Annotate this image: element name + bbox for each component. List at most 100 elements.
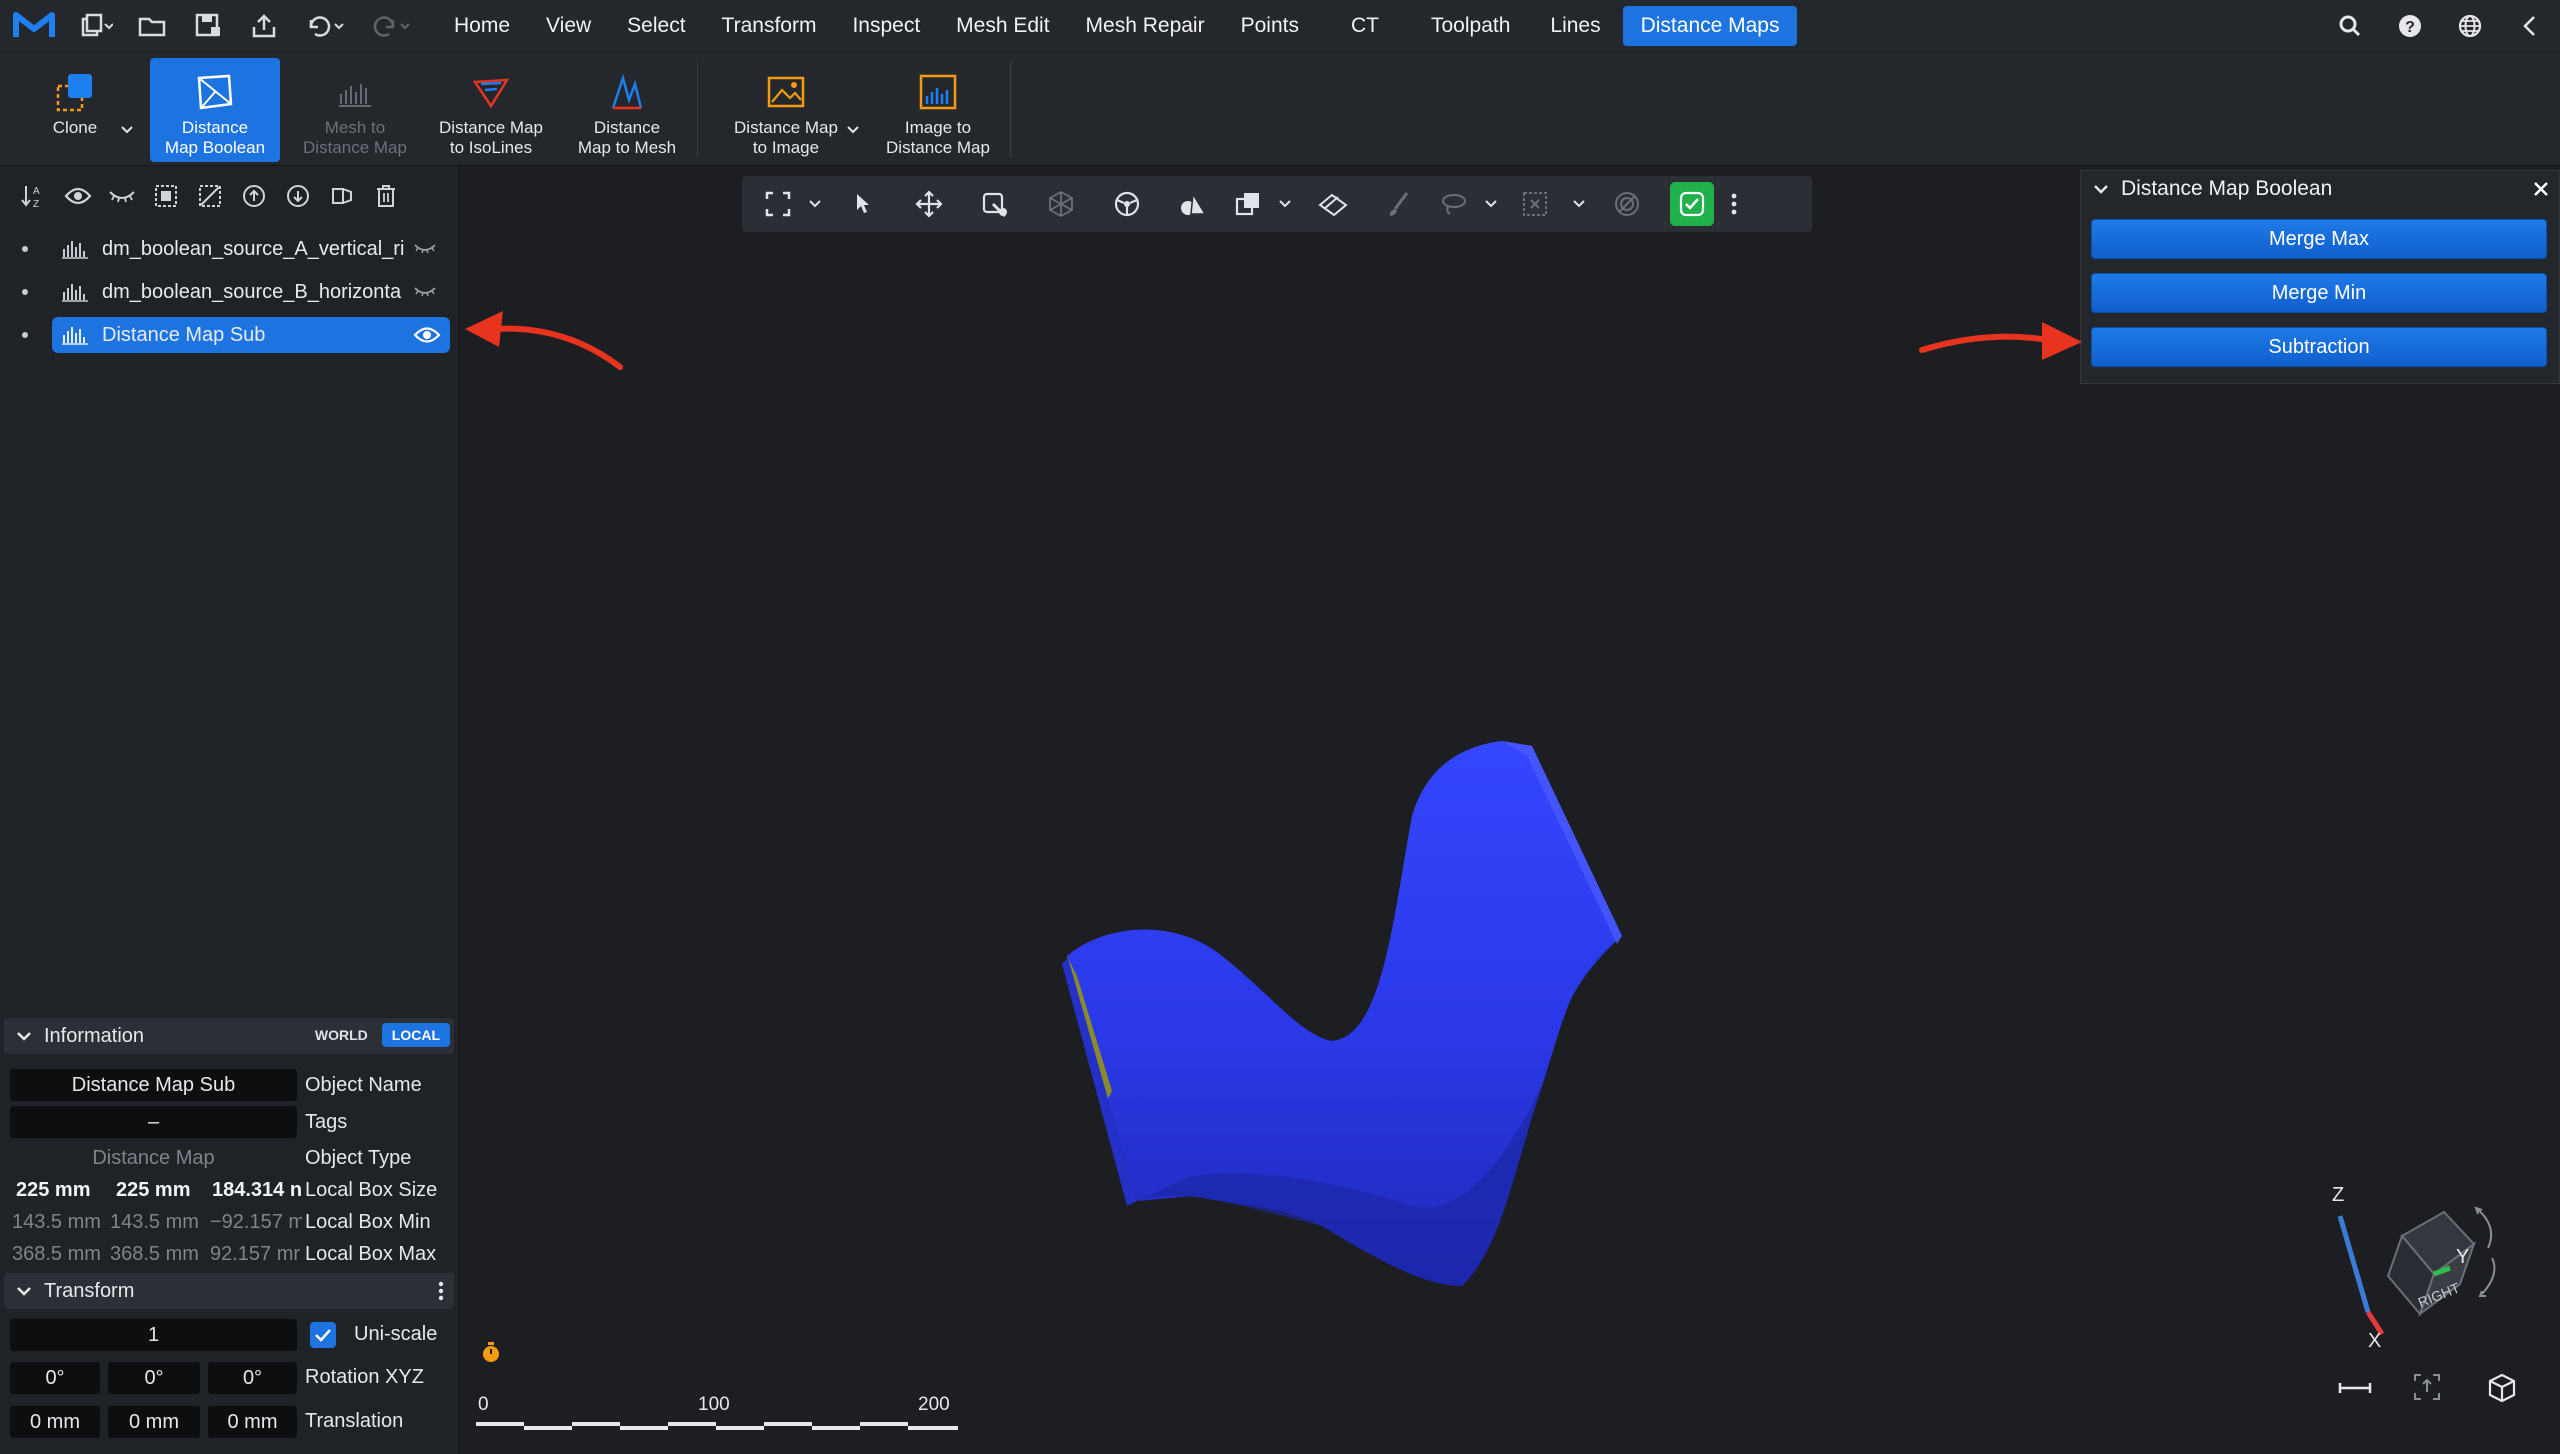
mesh-select-icon[interactable]: [1028, 176, 1094, 232]
tab-home[interactable]: Home: [436, 6, 528, 46]
distance-map-to-mesh-button[interactable]: Distance Map to Mesh: [562, 58, 692, 162]
scale-input[interactable]: 1: [10, 1319, 297, 1351]
3d-viewport[interactable]: Distance Map Boolean Merge Max Merge Min…: [462, 166, 2560, 1454]
uniscale-checkbox[interactable]: [310, 1322, 336, 1348]
chevron-down-icon[interactable]: [1476, 176, 1506, 232]
collapse-chevron-icon[interactable]: [2500, 0, 2560, 52]
select-cursor-icon[interactable]: [830, 176, 896, 232]
copy-layers-icon[interactable]: [1226, 176, 1270, 232]
subtraction-button[interactable]: Subtraction: [2091, 327, 2547, 367]
chevron-down-icon[interactable]: [1270, 176, 1300, 232]
timer-icon[interactable]: [480, 1340, 502, 1369]
clipping-plane-icon[interactable]: [1300, 176, 1366, 232]
tab-lines[interactable]: Lines: [1528, 6, 1622, 46]
app-logo-icon[interactable]: [0, 0, 68, 52]
scene-tree-item-selected[interactable]: Distance Map Sub: [0, 316, 460, 354]
tab-mesh-repair[interactable]: Mesh Repair: [1068, 6, 1223, 46]
tags-field[interactable]: –: [10, 1106, 297, 1138]
box-size-z: 184.314 n: [212, 1179, 302, 1201]
translation-x-input[interactable]: 0 mm: [10, 1406, 100, 1438]
tab-mesh-edit[interactable]: Mesh Edit: [938, 6, 1067, 46]
distance-map-boolean-panel-header[interactable]: Distance Map Boolean: [2081, 171, 2559, 207]
tab-distance-maps[interactable]: Distance Maps: [1622, 5, 1798, 46]
new-file-icon[interactable]: [68, 0, 124, 52]
image-to-distance-map-button[interactable]: Image to Distance Map: [870, 58, 1006, 162]
merge-max-button[interactable]: Merge Max: [2091, 219, 2547, 259]
undo-icon[interactable]: [292, 0, 358, 52]
show-all-eye-icon[interactable]: [56, 174, 100, 218]
search-icon[interactable]: [2320, 0, 2380, 52]
lasso-icon[interactable]: [1432, 176, 1476, 232]
rotation-z-input[interactable]: 0°: [208, 1362, 297, 1394]
save-icon[interactable]: [180, 0, 236, 52]
help-icon[interactable]: ?: [2380, 0, 2440, 52]
svg-text:A: A: [33, 186, 40, 197]
tab-ct[interactable]: CT: [1317, 6, 1413, 46]
disabled-circle-icon[interactable]: [1594, 176, 1660, 232]
rotation-x-input[interactable]: 0°: [10, 1362, 100, 1394]
select-all-icon[interactable]: [144, 174, 188, 218]
translation-y-input[interactable]: 0 mm: [108, 1406, 200, 1438]
world-toggle[interactable]: WORLD: [304, 1023, 378, 1047]
more-options-icon[interactable]: [1724, 176, 1744, 232]
rotation-y-input[interactable]: 0°: [108, 1362, 200, 1394]
hide-all-eye-closed-icon[interactable]: [100, 174, 144, 218]
move-up-icon[interactable]: [232, 174, 276, 218]
tab-toolpath[interactable]: Toolpath: [1413, 6, 1528, 46]
apply-button[interactable]: [1660, 176, 1724, 232]
deselect-icon[interactable]: [188, 174, 232, 218]
transform-section-header[interactable]: Transform: [4, 1273, 454, 1309]
tab-view[interactable]: View: [528, 6, 609, 46]
local-toggle[interactable]: LOCAL: [381, 1023, 450, 1047]
orientation-gizmo[interactable]: Z Y X RIGHT: [2324, 1174, 2504, 1374]
hidden-eye-icon[interactable]: [408, 234, 442, 264]
zoom-fit-icon[interactable]: [2412, 1372, 2442, 1407]
distance-map-mesh[interactable]: [1032, 566, 1652, 1326]
distance-map-boolean-button[interactable]: Distance Map Boolean: [150, 58, 280, 162]
tab-points[interactable]: Points: [1223, 6, 1317, 46]
move-arrows-icon[interactable]: [896, 176, 962, 232]
object-name-field[interactable]: Distance Map Sub: [10, 1069, 297, 1101]
scene-tree-item[interactable]: dm_boolean_source_A_vertical_ri: [0, 230, 460, 268]
delete-trash-icon[interactable]: [364, 174, 408, 218]
scene-tree-item[interactable]: dm_boolean_source_B_horizonta: [0, 273, 460, 311]
deselect-box-icon[interactable]: [1506, 176, 1564, 232]
redo-icon[interactable]: [358, 0, 424, 52]
distance-map-to-image-icon: [764, 70, 808, 114]
distance-map-to-image-button[interactable]: Distance Map to Image: [710, 58, 862, 162]
chevron-down-icon[interactable]: [800, 176, 830, 232]
globe-icon[interactable]: [2440, 0, 2500, 52]
sort-az-icon[interactable]: AZ: [12, 174, 56, 218]
brush-icon[interactable]: [1366, 176, 1432, 232]
open-folder-icon[interactable]: [124, 0, 180, 52]
axis-y-label: Y: [2456, 1246, 2470, 1268]
tab-transform[interactable]: Transform: [704, 6, 835, 46]
menubar: Home View Select Transform Inspect Mesh …: [0, 0, 2560, 52]
steering-wheel-icon[interactable]: [1094, 176, 1160, 232]
svg-text:Z: Z: [33, 199, 39, 209]
chevron-down-icon[interactable]: [1564, 176, 1594, 232]
mirror-icon[interactable]: [320, 174, 364, 218]
view-cube-icon[interactable]: [2486, 1372, 2518, 1409]
translation-z-input[interactable]: 0 mm: [208, 1406, 297, 1438]
close-icon[interactable]: [2527, 175, 2555, 203]
move-down-icon[interactable]: [276, 174, 320, 218]
primitives-shapes-icon[interactable]: [1160, 176, 1226, 232]
more-options-icon[interactable]: [438, 1281, 444, 1307]
measure-ruler-icon[interactable]: [2338, 1378, 2372, 1403]
tab-inspect[interactable]: Inspect: [834, 6, 938, 46]
clone-button[interactable]: Clone: [10, 58, 140, 162]
uniscale-label: Uni-scale: [354, 1323, 438, 1345]
merge-min-button[interactable]: Merge Min: [2091, 273, 2547, 313]
tab-select[interactable]: Select: [609, 6, 703, 46]
paint-select-icon[interactable]: [962, 176, 1028, 232]
mesh-to-distance-map-button[interactable]: Mesh to Distance Map: [290, 58, 420, 162]
hidden-eye-icon[interactable]: [408, 277, 442, 307]
distance-map-to-isolines-button[interactable]: Distance Map to IsoLines: [425, 58, 557, 162]
annotation-arrow-left: [465, 311, 623, 370]
distance-map-boolean-panel-title: Distance Map Boolean: [2121, 177, 2333, 200]
export-icon[interactable]: [236, 0, 292, 52]
fit-view-icon[interactable]: [756, 176, 800, 232]
information-section-header[interactable]: Information WORLD LOCAL: [4, 1018, 454, 1054]
visible-eye-icon[interactable]: [410, 320, 444, 350]
